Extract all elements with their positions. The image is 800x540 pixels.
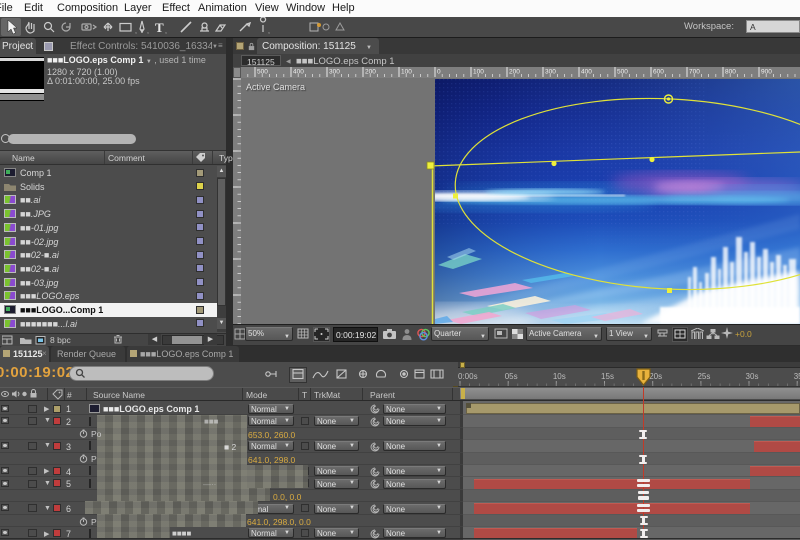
svg-text:0: 0 — [437, 69, 441, 76]
svg-text:700: 700 — [689, 69, 700, 76]
svg-text:200: 200 — [365, 69, 376, 76]
svg-text:800: 800 — [725, 69, 736, 76]
svg-text:25s: 25s — [697, 372, 710, 381]
svg-text:30s: 30s — [746, 372, 759, 381]
svg-text:500: 500 — [617, 69, 628, 76]
svg-text:400: 400 — [581, 69, 592, 76]
svg-text:,: , — [268, 28, 270, 35]
svg-text:100: 100 — [401, 69, 412, 76]
svg-text:,: , — [165, 28, 167, 35]
svg-text:100: 100 — [473, 69, 484, 76]
svg-text:300: 300 — [545, 69, 556, 76]
svg-text:,: , — [147, 28, 149, 35]
svg-text:,: , — [135, 28, 137, 35]
svg-text:10s: 10s — [553, 372, 566, 381]
svg-text:05s: 05s — [505, 372, 518, 381]
svg-text:900: 900 — [761, 69, 772, 76]
svg-text:T: T — [155, 20, 164, 35]
svg-text:500: 500 — [257, 69, 268, 76]
svg-text:600: 600 — [653, 69, 664, 76]
svg-text:400: 400 — [293, 69, 304, 76]
svg-text:15s: 15s — [601, 372, 614, 381]
svg-text:200: 200 — [509, 69, 520, 76]
svg-text:300: 300 — [329, 69, 340, 76]
svg-text:35s: 35s — [794, 372, 800, 381]
svg-text:0:00s: 0:00s — [458, 372, 478, 381]
